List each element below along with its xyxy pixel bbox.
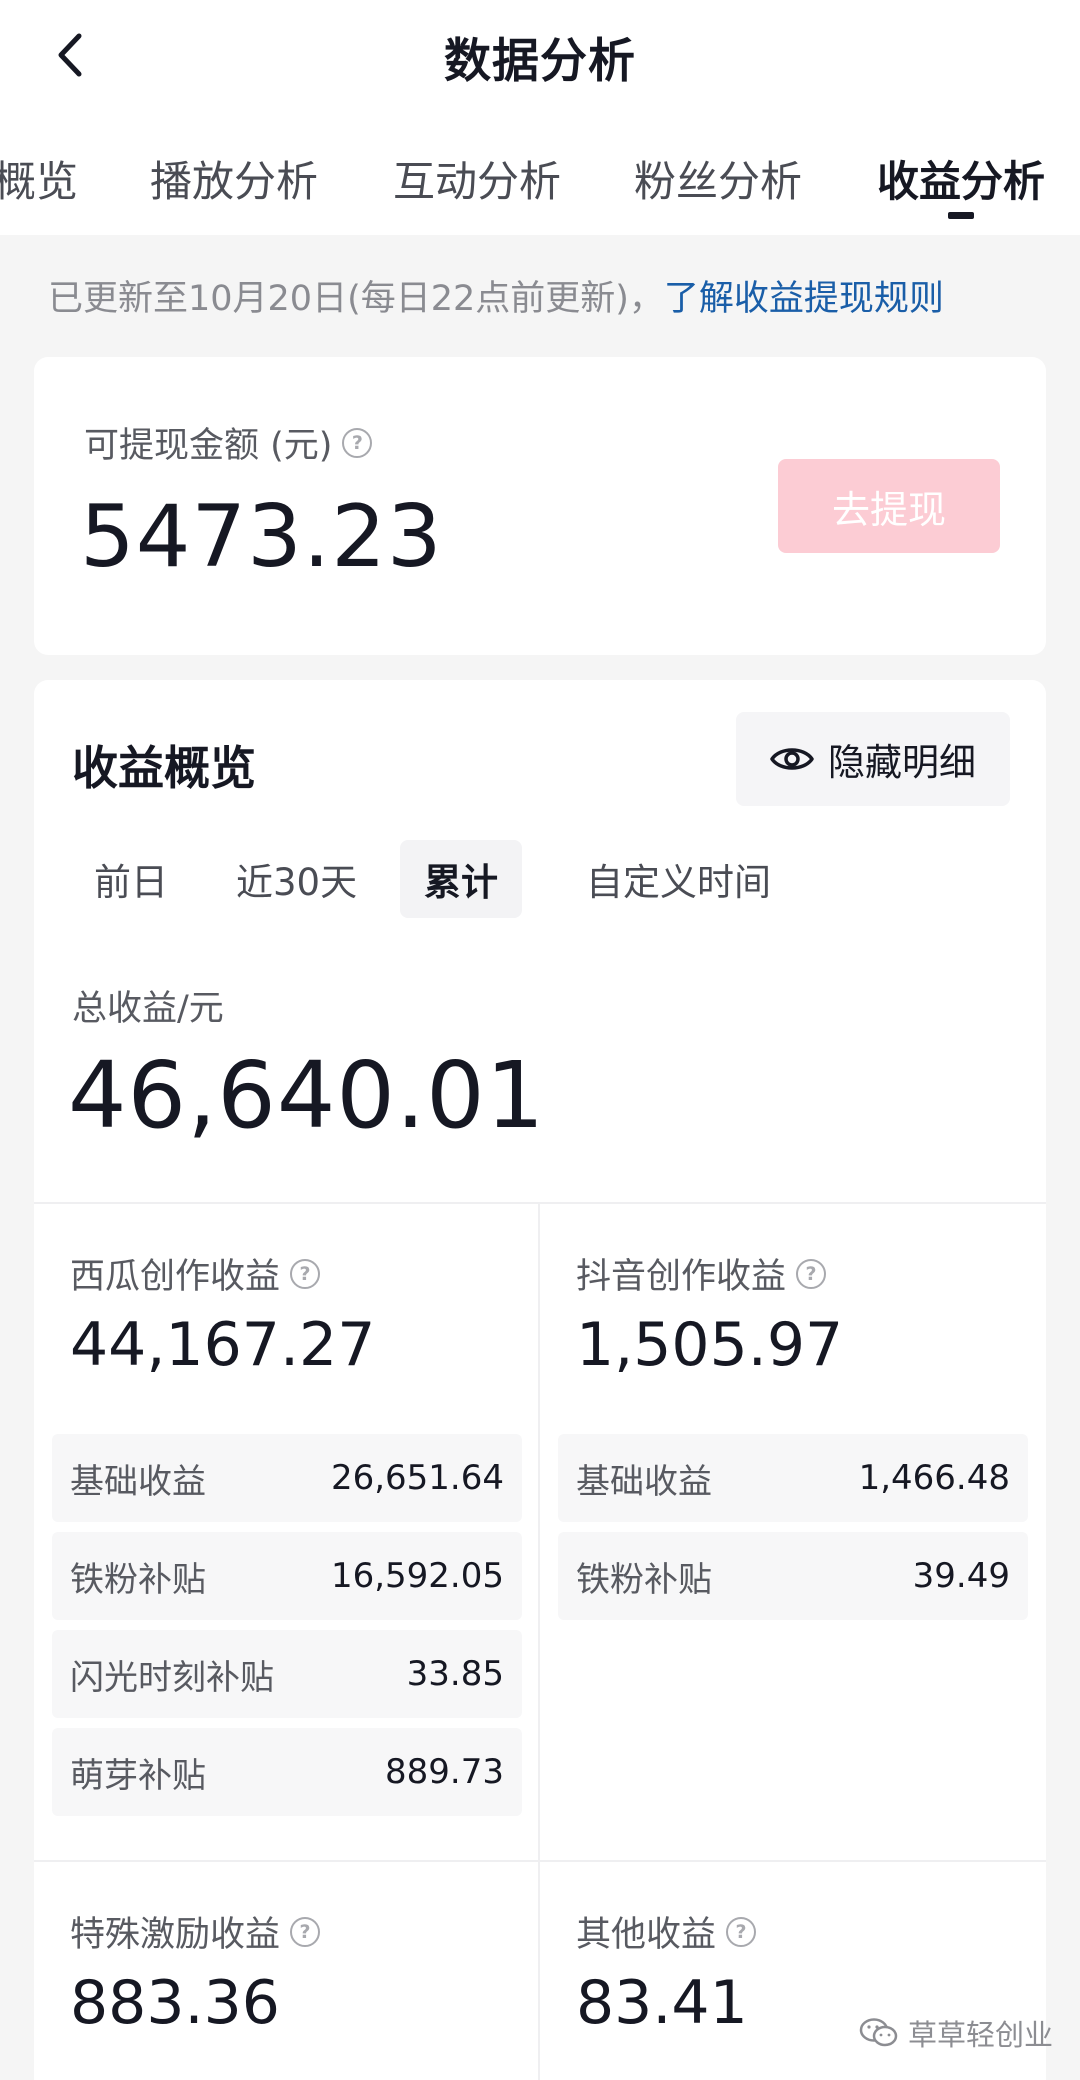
watermark: 草草轻创业 — [858, 2012, 1053, 2054]
watermark-text: 草草轻创业 — [908, 2018, 1054, 2052]
douyin-income-value: 1,505.97 — [576, 1310, 844, 1380]
total-income-value: 46,640.01 — [68, 1042, 546, 1149]
item-value: 889.73 — [385, 1752, 504, 1792]
list-item: 萌芽补贴 889.73 — [52, 1728, 522, 1816]
list-item: 基础收益 1,466.48 — [558, 1434, 1028, 1522]
help-icon[interactable]: ? — [342, 427, 373, 458]
special-incentive-value: 883.36 — [70, 1968, 280, 2038]
total-income-label: 总收益/元 — [72, 989, 224, 1029]
period-cumulative[interactable]: 累计 — [400, 840, 522, 918]
special-incentive-label-text: 特殊激励收益 — [70, 1915, 281, 1955]
tab-play-analysis[interactable]: 播放分析 — [150, 148, 318, 209]
special-incentive-label: 特殊激励收益 ? — [70, 1906, 321, 1957]
douyin-income-label: 抖音创作收益 ? — [576, 1248, 827, 1299]
tab-fans-analysis[interactable]: 粉丝分析 — [634, 148, 802, 209]
item-value: 16,592.05 — [330, 1556, 504, 1596]
withdrawable-label: 可提现金额 (元) ? — [84, 417, 373, 468]
page-title: 数据分析 — [444, 34, 636, 89]
item-value: 26,651.64 — [330, 1458, 504, 1498]
active-tab-indicator — [948, 212, 974, 219]
xigua-income-breakdown: 基础收益 26,651.64 铁粉补贴 16,592.05 闪光时刻补贴 33.85 … — [52, 1434, 522, 1826]
item-value: 39.49 — [912, 1556, 1010, 1596]
tab-income-analysis[interactable]: 收益分析 — [877, 148, 1045, 209]
wechat-icon — [859, 2018, 898, 2047]
update-notice-text: 已更新至10月20日(每日22点前更新)， — [48, 279, 664, 319]
divider — [34, 1860, 1046, 1862]
withdraw-card: 可提现金额 (元) ? 5473.23 去提现 — [34, 357, 1046, 655]
other-income-label: 其他收益 ? — [576, 1906, 757, 1957]
xigua-income-label: 西瓜创作收益 ? — [70, 1248, 321, 1299]
income-overview-card: 收益概览 隐藏明细 前日 近30天 累计 自定义时间 总收益/元 46,640.… — [34, 680, 1046, 2080]
period-custom[interactable]: 自定义时间 — [562, 840, 795, 918]
list-item: 闪光时刻补贴 33.85 — [52, 1630, 522, 1718]
douyin-income-label-text: 抖音创作收益 — [576, 1257, 787, 1297]
tab-bar: 概览 播放分析 互动分析 粉丝分析 收益分析 — [0, 110, 1080, 235]
item-name: 闪光时刻补贴 — [70, 1657, 274, 1698]
item-name: 基础收益 — [576, 1461, 712, 1502]
item-value: 1,466.48 — [858, 1458, 1010, 1498]
overview-title: 收益概览 — [72, 741, 256, 795]
other-income-value: 83.41 — [576, 1968, 748, 2038]
help-icon[interactable]: ? — [290, 1258, 321, 1289]
top-bar: 数据分析 — [0, 0, 1080, 110]
item-name: 铁粉补贴 — [576, 1559, 712, 1600]
item-name: 萌芽补贴 — [70, 1755, 206, 1796]
eye-icon — [770, 748, 814, 770]
help-icon[interactable]: ? — [726, 1916, 757, 1947]
item-value: 33.85 — [406, 1654, 504, 1694]
tab-overview[interactable]: 概览 — [0, 148, 78, 209]
period-30-days[interactable]: 近30天 — [212, 840, 381, 918]
hide-details-label: 隐藏明细 — [828, 741, 976, 784]
xigua-income-label-text: 西瓜创作收益 — [70, 1257, 281, 1297]
douyin-income-breakdown: 基础收益 1,466.48 铁粉补贴 39.49 — [558, 1434, 1028, 1630]
xigua-income-value: 44,167.27 — [70, 1310, 376, 1380]
update-notice: 已更新至10月20日(每日22点前更新)，了解收益提现规则 — [48, 270, 944, 321]
withdrawable-label-text: 可提现金额 (元) — [84, 426, 333, 466]
withdraw-rules-link[interactable]: 了解收益提现规则 — [664, 279, 944, 319]
item-name: 铁粉补贴 — [70, 1559, 206, 1600]
list-item: 基础收益 26,651.64 — [52, 1434, 522, 1522]
hide-details-button[interactable]: 隐藏明细 — [736, 712, 1010, 806]
withdraw-button[interactable]: 去提现 — [778, 459, 1000, 553]
withdrawable-amount: 5473.23 — [80, 487, 443, 587]
tab-interaction-analysis[interactable]: 互动分析 — [393, 148, 561, 209]
period-yesterday[interactable]: 前日 — [70, 840, 192, 918]
help-icon[interactable]: ? — [796, 1258, 827, 1289]
divider — [34, 1202, 1046, 1204]
divider — [538, 1202, 540, 2080]
list-item: 铁粉补贴 16,592.05 — [52, 1532, 522, 1620]
item-name: 基础收益 — [70, 1461, 206, 1502]
other-income-label-text: 其他收益 — [576, 1915, 717, 1955]
help-icon[interactable]: ? — [290, 1916, 321, 1947]
list-item: 铁粉补贴 39.49 — [558, 1532, 1028, 1620]
